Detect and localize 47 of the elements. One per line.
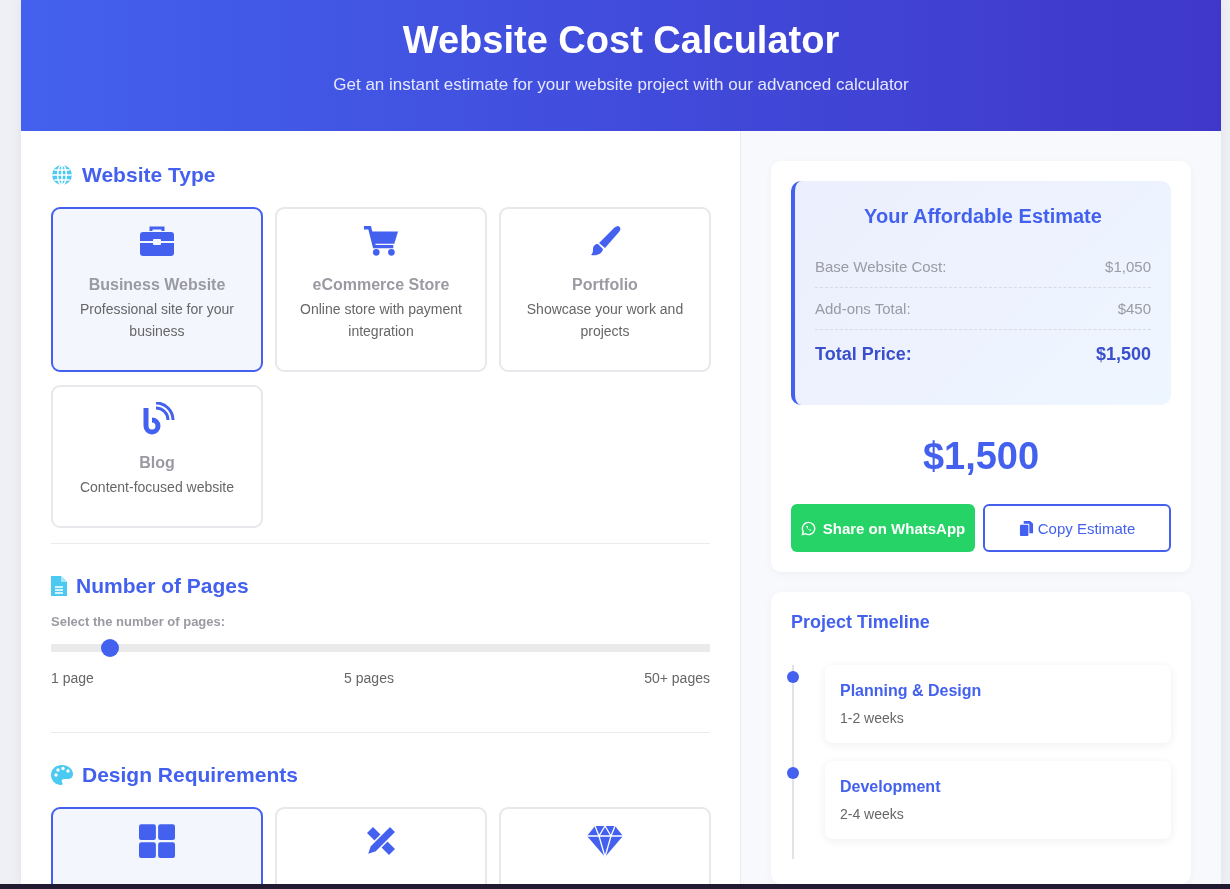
website-type-option[interactable]: Business Website Professional site for your business <box>51 207 263 372</box>
option-title: Blog <box>139 454 175 472</box>
option-description: Showcase your work and projects <box>525 300 685 341</box>
slider-thumb[interactable] <box>101 639 120 657</box>
slider-tick-label: 1 page <box>51 670 94 686</box>
option-title: Business Website <box>88 276 226 294</box>
copy-estimate-button[interactable]: Copy Estimate <box>983 504 1171 552</box>
cost-label: Add-ons Total: <box>815 300 911 317</box>
step-name: Planning & Design <box>840 682 983 700</box>
timeline-dot <box>787 671 799 683</box>
section-heading: Number of Pages <box>76 574 249 598</box>
page-subtitle: Get an instant estimate for your website project with our advanced calculator <box>332 75 910 95</box>
website-type-option[interactable]: Portfolio Showcase your work and projects <box>499 207 711 372</box>
document-icon <box>51 575 67 597</box>
grid-icon <box>139 824 175 858</box>
total-label: Total Price: <box>815 344 912 365</box>
cost-value: $450 <box>1117 300 1151 317</box>
section-heading: Website Type <box>82 163 216 187</box>
copy-icon <box>1018 520 1034 536</box>
whatsapp-icon <box>800 520 816 536</box>
cost-label: Base Website Cost: <box>815 258 947 275</box>
page-title: Website Cost Calculator <box>401 18 841 62</box>
slider-tick-label: 5 pages <box>344 670 394 686</box>
timeline-dot <box>787 767 799 779</box>
palette-icon <box>51 764 73 786</box>
slider-label: Select the number of pages: <box>51 614 227 629</box>
section-heading: Design Requirements <box>82 763 298 787</box>
step-duration: 1-2 weeks <box>840 710 905 726</box>
cost-value: $1,050 <box>1105 258 1151 275</box>
option-title: eCommerce Store <box>312 276 450 294</box>
globe-icon <box>51 164 73 186</box>
estimate-title: Your Affordable Estimate <box>863 205 1103 228</box>
option-title: Portfolio <box>572 276 638 294</box>
website-type-option[interactable]: eCommerce Store Online store with payment integration <box>275 207 487 372</box>
option-description: Professional site for your business <box>78 300 236 341</box>
diamond-icon <box>587 824 623 858</box>
shopping-cart-icon <box>363 224 399 258</box>
step-name: Development <box>840 778 942 796</box>
step-duration: 2-4 weeks <box>840 806 905 822</box>
option-description: Online store with payment integration <box>299 300 463 341</box>
option-description: Content-focused website <box>79 478 235 497</box>
total-amount: $1,500 <box>921 435 1041 478</box>
total-value: $1,500 <box>1095 344 1151 365</box>
briefcase-icon <box>139 224 175 258</box>
website-type-option[interactable]: Blog Content-focused website <box>51 385 263 528</box>
timeline-title: Project Timeline <box>791 612 931 633</box>
slider-tick-label: 50+ pages <box>644 670 710 686</box>
